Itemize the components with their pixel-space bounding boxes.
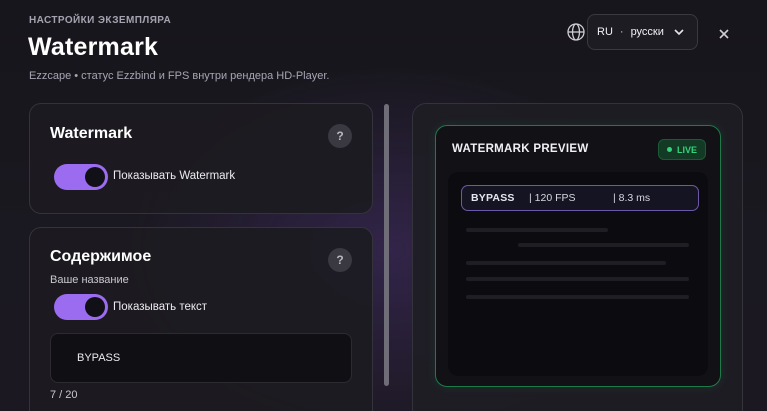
- show-text-toggle[interactable]: [54, 294, 108, 320]
- watermark-fps: | 120 FPS: [529, 192, 576, 204]
- language-name: русски: [630, 26, 664, 38]
- toggle-knob: [85, 167, 105, 187]
- language-separator: ·: [619, 26, 624, 38]
- scrollbar[interactable]: [384, 104, 389, 386]
- chevron-down-icon: [674, 29, 684, 36]
- watermark-latency: | 8.3 ms: [613, 192, 651, 204]
- placeholder-line: [466, 261, 666, 265]
- watermark-brand: BYPASS: [471, 192, 515, 204]
- language-code: RU: [597, 26, 613, 38]
- globe-icon[interactable]: [566, 22, 586, 42]
- placeholder-line: [466, 277, 689, 281]
- show-watermark-label: Показывать Watermark: [113, 170, 236, 182]
- name-label: Ваше название: [50, 274, 129, 286]
- live-label: LIVE: [676, 144, 697, 155]
- live-badge: LIVE: [658, 139, 706, 160]
- toggle-knob: [85, 297, 105, 317]
- placeholder-line: [466, 228, 608, 232]
- watermark-card-title: Watermark: [50, 125, 133, 142]
- character-counter: 7 / 20: [50, 389, 78, 401]
- content-help-button[interactable]: ?: [328, 248, 352, 272]
- close-icon[interactable]: [716, 26, 732, 42]
- show-watermark-toggle[interactable]: [54, 164, 108, 190]
- preview-title: WATERMARK PREVIEW: [452, 143, 589, 155]
- show-text-label: Показывать текст: [113, 301, 208, 313]
- placeholder-line: [466, 295, 689, 299]
- page-subtitle: Ezzcape • статус Ezzbind и FPS внутри ре…: [29, 70, 330, 82]
- live-dot-icon: [666, 147, 672, 152]
- language-select[interactable]: RU · русски: [587, 14, 698, 50]
- placeholder-line: [518, 243, 689, 247]
- watermark-card: [29, 103, 373, 214]
- name-input[interactable]: BYPASS: [50, 333, 352, 383]
- content-card-title: Содержимое: [50, 248, 152, 265]
- watermark-preview-bar: BYPASS | 120 FPS | 8.3 ms: [461, 185, 699, 211]
- watermark-help-button[interactable]: ?: [328, 124, 352, 148]
- settings-eyebrow: НАСТРОЙКИ ЭКЗЕМПЛЯРА: [29, 15, 172, 26]
- page-title: Watermark: [28, 33, 159, 61]
